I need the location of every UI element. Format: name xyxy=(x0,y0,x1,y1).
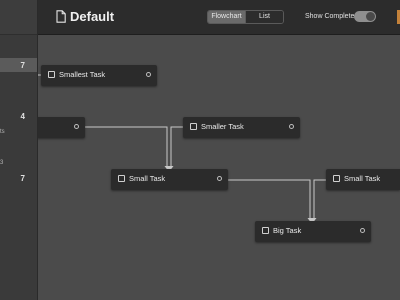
task-node-big[interactable]: Big Task xyxy=(255,221,371,242)
connector-line xyxy=(313,179,326,220)
sidebar-text-snippet: ts xyxy=(0,129,5,135)
sidebar-item[interactable]: 4 xyxy=(0,109,37,123)
toggle-knob xyxy=(366,12,375,21)
task-checkbox[interactable] xyxy=(262,227,269,234)
view-switcher: Flowchart List xyxy=(207,10,284,24)
document-icon xyxy=(56,10,66,23)
task-label: Small Task xyxy=(129,174,166,183)
task-port-icon[interactable] xyxy=(146,72,151,77)
sidebar-item-count: 7 xyxy=(20,61,25,70)
connector-line xyxy=(170,126,183,168)
task-port-icon[interactable] xyxy=(360,228,365,233)
task-label: Small Task xyxy=(344,174,381,183)
task-label: Smaller Task xyxy=(201,122,244,131)
tab-flowchart[interactable]: Flowchart xyxy=(208,11,245,23)
task-label: Big Task xyxy=(273,226,302,235)
connector-line xyxy=(228,179,311,220)
task-port-icon[interactable] xyxy=(217,176,222,181)
task-checkbox[interactable] xyxy=(333,175,340,182)
task-port-icon[interactable] xyxy=(289,124,294,129)
task-node-smaller[interactable]: Smaller Task xyxy=(183,117,300,138)
task-checkbox[interactable] xyxy=(118,175,125,182)
connection-lines xyxy=(37,74,326,224)
task-port-icon[interactable] xyxy=(74,124,79,129)
task-checkbox[interactable] xyxy=(48,71,55,78)
sidebar-header xyxy=(0,0,37,35)
task-checkbox[interactable] xyxy=(190,123,197,130)
page-title: Default xyxy=(70,9,115,24)
sidebar-item-active[interactable]: 7 xyxy=(0,58,37,72)
sidebar-text-snippet: 3 xyxy=(0,160,4,166)
show-completed-label: Show Completed xyxy=(305,13,359,20)
show-completed-toggle[interactable] xyxy=(354,11,376,22)
tab-list[interactable]: List xyxy=(245,11,283,23)
task-node-small-right[interactable]: Small Task xyxy=(326,169,400,190)
sidebar-item[interactable]: 7 xyxy=(0,171,37,185)
toolbar: Default Flowchart List Show Completed xyxy=(37,0,400,35)
task-node-offscreen[interactable] xyxy=(37,117,85,138)
task-node-smallest[interactable]: Smallest Task xyxy=(41,65,157,86)
task-label: Smallest Task xyxy=(59,70,106,79)
sidebar-item-count: 7 xyxy=(20,174,25,183)
sidebar: 7 4 ts 3 7 xyxy=(0,0,38,300)
task-node-small[interactable]: Small Task xyxy=(111,169,228,190)
connector-line xyxy=(85,126,168,168)
sidebar-item-count: 4 xyxy=(20,112,25,121)
